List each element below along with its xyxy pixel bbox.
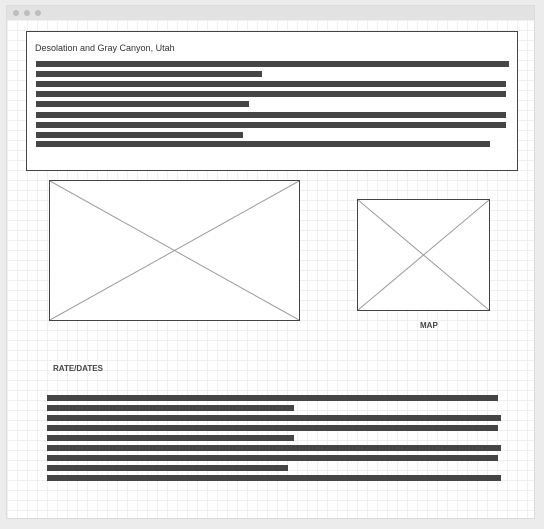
map-label: MAP: [420, 321, 438, 330]
text-line: [36, 101, 249, 107]
text-line: [47, 455, 498, 461]
text-line: [36, 112, 506, 118]
text-line: [47, 405, 294, 411]
text-line: [36, 132, 243, 138]
map-placeholder-icon: [358, 200, 489, 310]
text-line: [47, 435, 294, 441]
rate-dates-heading: RATE/DATES: [53, 364, 103, 373]
window-titlebar: [7, 6, 534, 20]
text-line: [47, 395, 498, 401]
text-line: [36, 122, 506, 128]
image-placeholder-icon: [50, 181, 299, 320]
text-line: [36, 81, 506, 87]
text-line: [36, 141, 490, 147]
header-panel: Desolation and Gray Canyon, Utah: [26, 31, 518, 171]
text-line: [47, 475, 501, 481]
text-line: [36, 61, 509, 67]
text-line: [36, 71, 262, 77]
text-line: [47, 465, 288, 471]
page-title: Desolation and Gray Canyon, Utah: [35, 43, 175, 53]
text-line: [47, 415, 501, 421]
map-placeholder: [357, 199, 490, 311]
text-line: [47, 425, 498, 431]
image-placeholder: [49, 180, 300, 321]
window-dot-icon[interactable]: [13, 10, 19, 16]
text-line: [36, 91, 506, 97]
window-dot-icon[interactable]: [35, 10, 41, 16]
text-line: [47, 445, 501, 451]
window-dot-icon[interactable]: [24, 10, 30, 16]
